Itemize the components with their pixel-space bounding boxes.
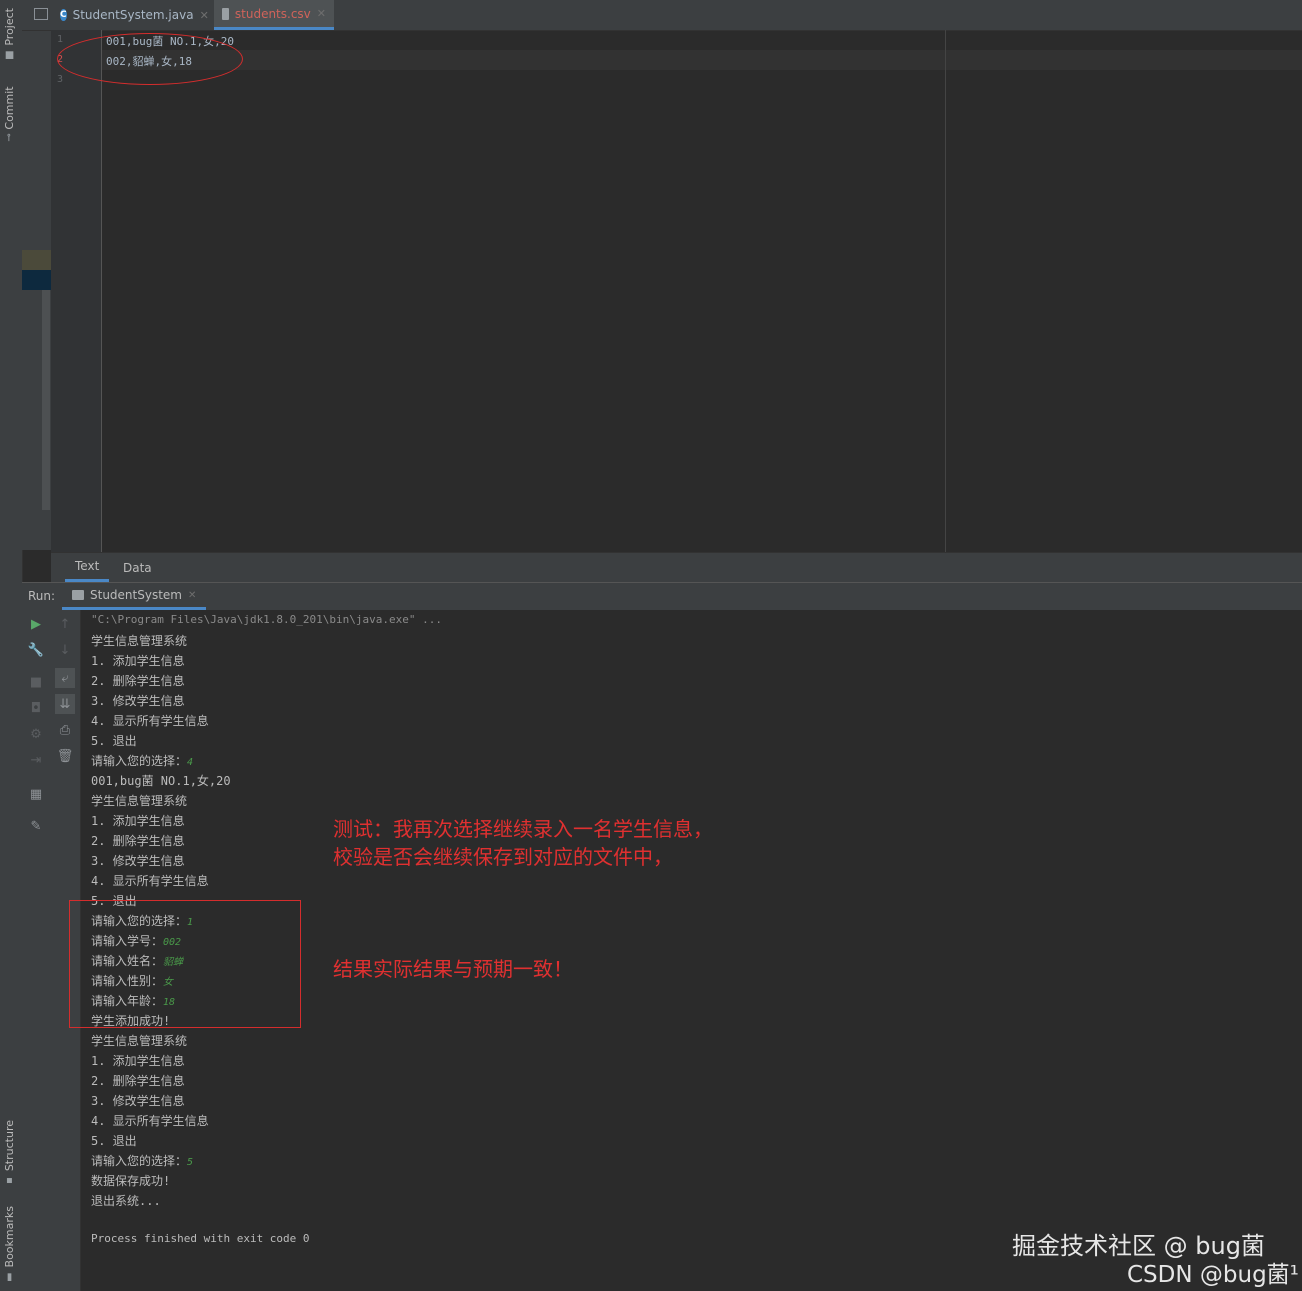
console-line: 请输入您的选择：5: [91, 1152, 193, 1169]
close-icon[interactable]: ✕: [200, 9, 209, 22]
tab-label: StudentSystem.java: [72, 8, 194, 22]
arrow-up-icon[interactable]: ↑: [57, 616, 73, 632]
bookmark-icon: ▮: [4, 1271, 15, 1283]
commit-tool-tab[interactable]: ⊸ Commit: [3, 86, 16, 142]
csv-file-icon: [222, 7, 229, 20]
right-margin-guide: [945, 30, 946, 552]
console-line: 学生信息管理系统: [91, 634, 188, 648]
console-line: 4. 显示所有学生信息: [91, 874, 209, 888]
arrow-down-icon[interactable]: ↓: [57, 642, 73, 658]
tab-data[interactable]: Data: [123, 553, 152, 582]
annotation-ellipse: [57, 33, 243, 85]
console-line: 2. 删除学生信息: [91, 834, 185, 848]
console-line: 学生信息管理系统: [91, 794, 188, 808]
annotation-note-line1: 测试：我再次选择继续录入一名学生信息，: [333, 817, 713, 841]
code-editor[interactable]: 001,bug菌 NO.1,女,20 002,貂蝉,女,18: [102, 30, 1302, 552]
run-toolbar-primary: ▶ 🔧 ■ ◘ ⚙ ⇥ ▦ ✎: [22, 610, 50, 1291]
trash-icon[interactable]: 🗑: [57, 748, 74, 764]
commit-icon: ⊸: [4, 133, 15, 142]
folder-icon: ■: [4, 49, 15, 61]
editor-menu-icon[interactable]: [34, 8, 48, 20]
user-input: 4: [187, 757, 194, 768]
bookmarks-tool-tab[interactable]: ▮ Bookmarks: [3, 1206, 16, 1282]
console-line: 请输入您的选择：4: [91, 752, 193, 769]
wrench-icon[interactable]: 🔧: [28, 642, 44, 658]
tab-data-label: Data: [123, 560, 152, 575]
run-tab-studentsystem[interactable]: StudentSystem ✕: [62, 583, 207, 610]
close-icon[interactable]: ✕: [317, 7, 326, 20]
tab-text-label: Text: [75, 559, 100, 573]
console-line: 4. 显示所有学生信息: [91, 1114, 209, 1128]
editor-view-tabs: Text Data: [51, 552, 1302, 582]
console-line: 3. 修改学生信息: [91, 854, 185, 868]
console-line: 2. 删除学生信息: [91, 1074, 185, 1088]
tab-studentsystem-java[interactable]: C StudentSystem.java ✕: [52, 0, 210, 30]
console-line: 3. 修改学生信息: [91, 694, 185, 708]
tab-text[interactable]: Text: [65, 553, 110, 582]
structure-tool-tab[interactable]: ▪ Structure: [3, 1120, 16, 1186]
print-icon[interactable]: ⎙: [57, 722, 73, 738]
console-line: 3. 修改学生信息: [91, 1094, 185, 1108]
editor-tab-bar: C StudentSystem.java ✕ students.csv ✕: [22, 0, 1302, 31]
watermark-csdn: CSDN @bug菌¹: [1127, 1262, 1299, 1288]
user-input: 5: [187, 1157, 194, 1168]
project-tree-row-selected[interactable]: [22, 270, 51, 290]
annotation-result: 结果实际结果与预期一致！: [333, 957, 573, 981]
console-icon: [72, 590, 84, 600]
tab-students-csv[interactable]: students.csv ✕: [214, 0, 334, 30]
console-line: 数据保存成功!: [91, 1174, 171, 1188]
annotation-note-line2: 校验是否会继续保存到对应的文件中，: [333, 845, 673, 869]
project-tree-row-highlight[interactable]: [22, 250, 51, 270]
console-line: 退出系统...: [91, 1194, 161, 1208]
pin-icon[interactable]: ✎: [28, 818, 44, 834]
run-label: Run:: [28, 589, 56, 603]
console-line: 2. 删除学生信息: [91, 674, 185, 688]
bookmarks-tool-label: Bookmarks: [3, 1206, 16, 1268]
prompt-text: 请输入您的选择：: [91, 754, 188, 768]
prompt-text: 请输入您的选择：: [91, 1154, 188, 1168]
annotation-box: [69, 900, 301, 1028]
console-line: 5. 退出: [91, 734, 137, 748]
close-icon[interactable]: ✕: [188, 590, 196, 601]
console-line: 1. 添加学生信息: [91, 1054, 185, 1068]
console-line: 学生信息管理系统: [91, 1034, 188, 1048]
run-tool-header: Run: StudentSystem ✕: [22, 582, 1302, 611]
project-tool-label: Project: [3, 8, 16, 46]
layout-icon[interactable]: ▦: [28, 786, 44, 802]
console-line: 1. 添加学生信息: [91, 654, 185, 668]
stop-icon[interactable]: ■: [28, 674, 44, 690]
project-tool-tab[interactable]: ■ Project: [3, 8, 16, 61]
soft-wrap-icon[interactable]: ⤶: [55, 668, 75, 688]
java-class-icon: C: [60, 9, 67, 21]
line-number: 1: [57, 34, 64, 45]
console-line: 5. 退出: [91, 1134, 137, 1148]
current-line-highlight: [102, 50, 1302, 70]
project-scrollbar[interactable]: [42, 290, 50, 510]
run-tab-label: StudentSystem: [90, 588, 182, 602]
process-finished-line: Process finished with exit code 0: [91, 1232, 310, 1245]
commit-tool-label: Commit: [3, 86, 16, 130]
console-line: 001,bug菌 NO.1,女,20: [91, 774, 231, 788]
console-command-line: "C:\Program Files\Java\jdk1.8.0_201\bin\…: [91, 613, 442, 626]
exit-icon[interactable]: ⇥: [28, 752, 44, 768]
console-line: 1. 添加学生信息: [91, 814, 185, 828]
scroll-to-end-icon[interactable]: ⇊: [55, 694, 75, 714]
left-tool-stripe: ■ Project ⊸ Commit ▪ Structure ▮ Bookmar…: [0, 0, 23, 1291]
line-number: 3: [57, 74, 64, 85]
console-line: 4. 显示所有学生信息: [91, 714, 209, 728]
structure-icon: ▪: [4, 1175, 15, 1187]
line-number-gutter: 1 2 3: [51, 30, 102, 552]
debug-settings-icon[interactable]: ⚙: [28, 726, 44, 742]
structure-tool-label: Structure: [3, 1120, 16, 1172]
camera-icon[interactable]: ◘: [28, 700, 44, 716]
tab-label: students.csv: [234, 6, 311, 21]
rerun-icon[interactable]: ▶: [28, 616, 44, 632]
